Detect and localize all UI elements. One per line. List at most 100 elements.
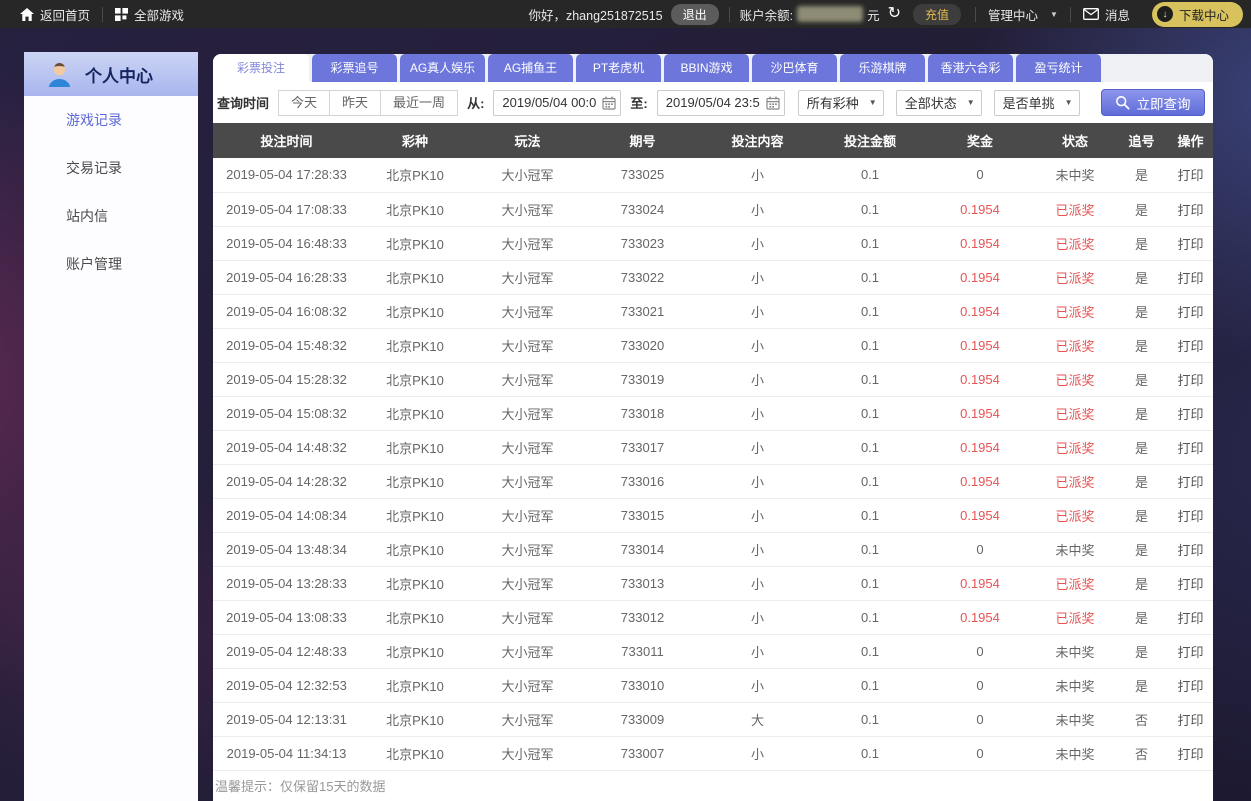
cell-lottery: 北京PK10 bbox=[360, 736, 470, 771]
cell-action[interactable]: 打印 bbox=[1168, 192, 1213, 227]
select-lottery-type-value: 所有彩种 bbox=[806, 96, 859, 111]
cell-play: 大小冠军 bbox=[470, 498, 585, 533]
cell-issue: 733011 bbox=[585, 634, 700, 669]
tab[interactable]: AG真人娱乐 bbox=[400, 54, 485, 82]
tab[interactable]: BBIN游戏 bbox=[664, 54, 749, 82]
tab[interactable]: 彩票投注 bbox=[213, 54, 309, 82]
sidebar-item[interactable]: 站内信 bbox=[24, 192, 198, 240]
quick-date-button[interactable]: 最近一周 bbox=[380, 89, 459, 116]
cell-prize: 0 bbox=[925, 702, 1035, 737]
column-header: 期号 bbox=[585, 123, 700, 158]
calendar-icon[interactable] bbox=[766, 96, 780, 110]
column-header: 投注金额 bbox=[815, 123, 925, 158]
cell-action[interactable]: 打印 bbox=[1168, 736, 1213, 771]
cell-play: 大小冠军 bbox=[470, 736, 585, 771]
cell-play: 大小冠军 bbox=[470, 634, 585, 669]
cell-action[interactable]: 打印 bbox=[1168, 396, 1213, 431]
cell-time: 2019-05-04 13:28:33 bbox=[213, 566, 360, 601]
cell-chase: 是 bbox=[1115, 566, 1168, 601]
download-icon: ↓ bbox=[1156, 6, 1173, 22]
cell-action[interactable]: 打印 bbox=[1168, 226, 1213, 261]
cell-play: 大小冠军 bbox=[470, 532, 585, 567]
cell-action[interactable]: 打印 bbox=[1168, 464, 1213, 499]
cell-status: 已派奖 bbox=[1035, 498, 1115, 533]
cell-status: 未中奖 bbox=[1035, 668, 1115, 703]
select-single-pick-value: 是否单挑 bbox=[1002, 96, 1055, 111]
cell-chase: 是 bbox=[1115, 260, 1168, 295]
cell-time: 2019-05-04 12:48:33 bbox=[213, 634, 360, 669]
cell-action[interactable]: 打印 bbox=[1168, 328, 1213, 363]
logout-button[interactable]: 退出 bbox=[670, 3, 719, 25]
cell-action[interactable]: 打印 bbox=[1168, 430, 1213, 465]
cell-chase: 是 bbox=[1115, 328, 1168, 363]
calendar-icon[interactable] bbox=[602, 96, 617, 110]
tab[interactable]: 乐游棋牌 bbox=[840, 54, 925, 82]
cell-amount: 0.1 bbox=[815, 362, 925, 397]
search-button[interactable]: 立即查询 bbox=[1100, 89, 1205, 116]
from-date-wrap bbox=[493, 89, 622, 116]
cell-content: 小 bbox=[700, 634, 815, 669]
sidebar-item[interactable]: 交易记录 bbox=[24, 144, 198, 192]
download-center-button[interactable]: ↓ 下载中心 bbox=[1151, 1, 1243, 27]
cell-chase: 是 bbox=[1115, 600, 1168, 635]
cell-lottery: 北京PK10 bbox=[360, 226, 470, 261]
tab[interactable]: 沙巴体育 bbox=[752, 54, 837, 82]
cell-action[interactable]: 打印 bbox=[1168, 294, 1213, 329]
cell-status: 已派奖 bbox=[1035, 362, 1115, 397]
cell-action[interactable]: 打印 bbox=[1168, 498, 1213, 533]
cell-lottery: 北京PK10 bbox=[360, 668, 470, 703]
cell-action[interactable]: 打印 bbox=[1168, 566, 1213, 601]
cell-action[interactable]: 打印 bbox=[1168, 362, 1213, 397]
cell-action[interactable]: 打印 bbox=[1168, 600, 1213, 635]
all-games-grid-icon bbox=[115, 7, 129, 21]
cell-time: 2019-05-04 14:48:32 bbox=[213, 430, 360, 465]
cell-action[interactable]: 打印 bbox=[1168, 668, 1213, 703]
cell-time: 2019-05-04 15:28:32 bbox=[213, 362, 360, 397]
cell-lottery: 北京PK10 bbox=[360, 396, 470, 431]
cell-issue: 733012 bbox=[585, 600, 700, 635]
cell-prize: 0.1954 bbox=[925, 226, 1035, 261]
messages-link[interactable]: 消息 bbox=[1071, 5, 1142, 24]
cell-chase: 是 bbox=[1115, 464, 1168, 499]
column-header: 彩种 bbox=[360, 123, 470, 158]
cell-chase: 是 bbox=[1115, 294, 1168, 329]
cell-chase: 是 bbox=[1115, 634, 1168, 669]
quick-date-button[interactable]: 昨天 bbox=[329, 89, 382, 116]
topbar-right: 你好，zhang251872515 退出 账户余额: 元 ↻ 充值 管理中心 ▼… bbox=[528, 1, 1243, 27]
cell-issue: 733018 bbox=[585, 396, 700, 431]
cell-content: 小 bbox=[700, 294, 815, 329]
cell-action[interactable]: 打印 bbox=[1168, 260, 1213, 295]
cell-action[interactable]: 打印 bbox=[1168, 158, 1213, 193]
tab[interactable]: 盈亏统计 bbox=[1016, 54, 1101, 82]
cell-action[interactable]: 打印 bbox=[1168, 702, 1213, 737]
to-date-wrap bbox=[656, 89, 785, 116]
cell-action[interactable]: 打印 bbox=[1168, 532, 1213, 567]
cell-issue: 733013 bbox=[585, 566, 700, 601]
select-status[interactable]: 全部状态 ▼ bbox=[895, 89, 982, 116]
query-time-label: 查询时间 bbox=[217, 96, 270, 111]
cell-action[interactable]: 打印 bbox=[1168, 634, 1213, 669]
cell-play: 大小冠军 bbox=[470, 328, 585, 363]
cell-issue: 733019 bbox=[585, 362, 700, 397]
tab[interactable]: 彩票追号 bbox=[312, 54, 397, 82]
tab[interactable]: PT老虎机 bbox=[576, 54, 661, 82]
all-games-link[interactable]: 全部游戏 bbox=[103, 5, 196, 24]
recharge-button[interactable]: 充值 bbox=[913, 3, 962, 25]
admin-center-label: 管理中心 bbox=[988, 8, 1039, 23]
sidebar-item[interactable]: 游戏记录 bbox=[24, 96, 198, 144]
tab[interactable]: 香港六合彩 bbox=[928, 54, 1013, 82]
select-single-pick[interactable]: 是否单挑 ▼ bbox=[993, 89, 1080, 116]
cell-status: 已派奖 bbox=[1035, 192, 1115, 227]
admin-center-menu[interactable]: 管理中心 ▼ bbox=[976, 5, 1070, 24]
cell-chase: 是 bbox=[1115, 192, 1168, 227]
select-lottery-type[interactable]: 所有彩种 ▼ bbox=[797, 89, 884, 116]
refresh-icon[interactable]: ↻ bbox=[888, 6, 901, 22]
tab[interactable]: AG捕鱼王 bbox=[488, 54, 573, 82]
quick-date-button[interactable]: 今天 bbox=[278, 89, 331, 116]
topbar-divider bbox=[728, 6, 730, 22]
cell-play: 大小冠军 bbox=[470, 566, 585, 601]
cell-issue: 733025 bbox=[585, 158, 700, 193]
cell-prize: 0.1954 bbox=[925, 600, 1035, 635]
home-link[interactable]: 返回首页 bbox=[8, 5, 102, 24]
sidebar-item[interactable]: 账户管理 bbox=[24, 240, 198, 288]
